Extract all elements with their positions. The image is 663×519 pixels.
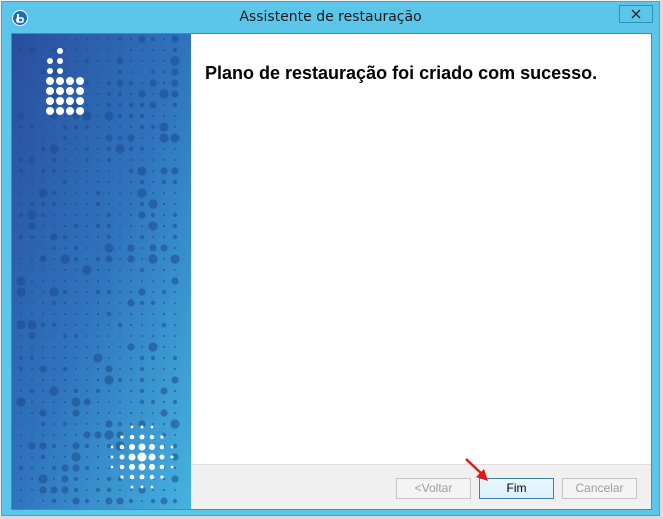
back-button[interactable]: <Voltar [396, 478, 471, 499]
wizard-body: Plano de restauração foi criado com suce… [11, 33, 652, 510]
window-title: Assistente de restauração [239, 9, 422, 25]
wizard-sidebar-banner [12, 34, 191, 509]
restore-wizard-window: Assistente de restauração Plano de resta… [1, 1, 660, 516]
title-bar[interactable]: Assistente de restauração [2, 2, 659, 33]
cancel-button[interactable]: Cancelar [562, 478, 637, 499]
wizard-footer: <Voltar Fim Cancelar [191, 464, 651, 509]
close-icon [631, 9, 641, 19]
wizard-content: Plano de restauração foi criado com suce… [191, 34, 651, 464]
success-heading: Plano de restauração foi criado com suce… [205, 63, 598, 83]
annotation-arrow [465, 458, 488, 481]
close-button[interactable] [619, 5, 653, 23]
